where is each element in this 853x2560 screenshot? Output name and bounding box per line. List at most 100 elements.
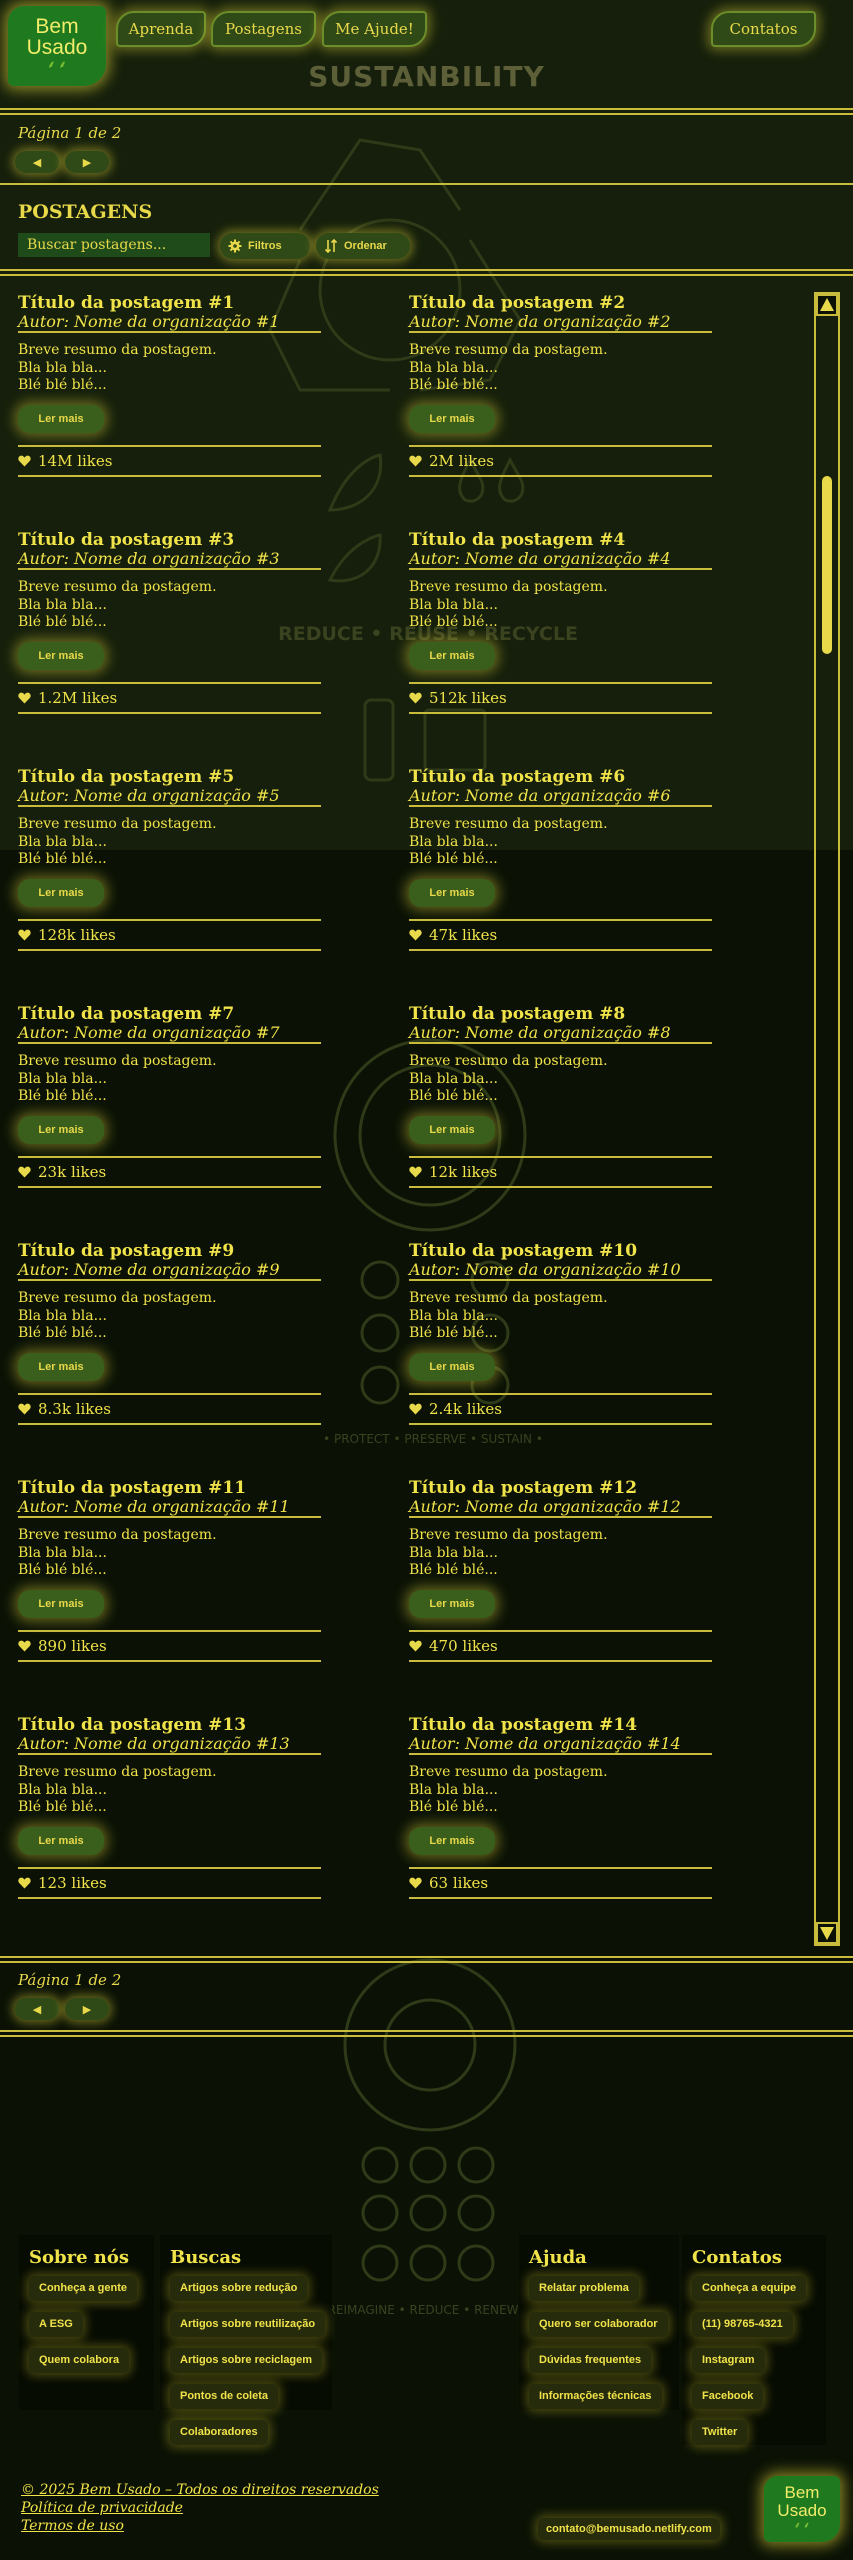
post-summary: Breve resumo da postagem. Bla bla bla... B… — [409, 1053, 713, 1106]
nav-contatos[interactable]: Contatos — [711, 11, 816, 47]
footer-link[interactable]: Pontos de coleta — [170, 2384, 279, 2409]
likes-count: 512k likes — [429, 688, 507, 707]
read-more-button[interactable]: Ler mais — [18, 641, 104, 670]
read-more-button[interactable]: Ler mais — [409, 1115, 495, 1144]
filters-button[interactable]: Filtros — [220, 233, 310, 259]
next-page-button-top[interactable]: ▶ — [65, 151, 109, 173]
post-title[interactable]: Título da postagem #2 — [409, 294, 713, 313]
read-more-button[interactable]: Ler mais — [409, 1352, 495, 1381]
heart-icon[interactable] — [409, 929, 422, 941]
post-author: Autor: Nome da organização #5 — [18, 786, 280, 805]
summary-line: Bla bla bla... — [409, 1781, 498, 1798]
footer-link[interactable]: Informações técnicas — [529, 2384, 662, 2409]
summary-line: Breve resumo da postagem. — [18, 342, 217, 358]
footer-logo[interactable]: Bem Usado ⸙ ⸙ — [764, 2476, 840, 2542]
footer-link[interactable]: Artigos sobre redução — [170, 2276, 308, 2301]
read-more-button[interactable]: Ler mais — [409, 878, 495, 907]
post-title[interactable]: Título da postagem #13 — [18, 1716, 322, 1735]
divider — [0, 113, 853, 115]
privacy-link[interactable]: Política de privacidade — [21, 2500, 183, 2516]
next-page-button-bottom[interactable]: ▶ — [65, 1998, 109, 2020]
heart-icon[interactable] — [409, 455, 422, 467]
post-title[interactable]: Título da postagem #5 — [18, 768, 322, 787]
heart-icon[interactable] — [18, 1166, 31, 1178]
post-summary: Breve resumo da postagem. Bla bla bla... B… — [18, 816, 322, 869]
footer-link[interactable]: Dúvidas frequentes — [529, 2348, 652, 2373]
prev-page-button-top[interactable]: ◀ — [15, 151, 59, 173]
terms-link[interactable]: Termos de uso — [21, 2518, 124, 2534]
post-card: Título da postagem #10 Autor: Nome da org… — [409, 1242, 713, 1479]
footer-link[interactable]: Conheça a gente — [29, 2276, 138, 2301]
footer-link[interactable]: A ESG — [29, 2312, 83, 2337]
footer-link[interactable]: Artigos sobre reutilização — [170, 2312, 326, 2337]
post-card: Título da postagem #2 Autor: Nome da orga… — [409, 294, 713, 531]
post-title[interactable]: Título da postagem #11 — [18, 1479, 322, 1498]
scroll-down-button[interactable] — [816, 1922, 838, 1944]
post-divider — [409, 948, 712, 951]
post-title[interactable]: Título da postagem #14 — [409, 1716, 713, 1735]
read-more-button[interactable]: Ler mais — [18, 1826, 104, 1855]
likes-row: 1.2M likes — [18, 689, 322, 707]
post-title[interactable]: Título da postagem #1 — [18, 294, 322, 313]
footer-link[interactable]: Colaboradores — [170, 2420, 268, 2445]
post-author: Autor: Nome da organização #12 — [409, 1497, 681, 1516]
read-more-button[interactable]: Ler mais — [409, 404, 495, 433]
post-summary: Breve resumo da postagem. Bla bla bla... B… — [18, 1053, 322, 1106]
post-author: Autor: Nome da organização #11 — [18, 1497, 290, 1516]
heart-icon[interactable] — [18, 929, 31, 941]
posts-scrollbar[interactable] — [814, 292, 840, 1946]
post-title[interactable]: Título da postagem #6 — [409, 768, 713, 787]
nav-postagens[interactable]: Postagens — [211, 11, 316, 47]
read-more-button[interactable]: Ler mais — [18, 878, 104, 907]
heart-icon[interactable] — [18, 1640, 31, 1652]
heart-icon[interactable] — [18, 455, 31, 467]
post-title[interactable]: Título da postagem #3 — [18, 531, 322, 550]
read-more-button[interactable]: Ler mais — [18, 1115, 104, 1144]
nav-me-ajude[interactable]: Me Ajude! — [322, 11, 427, 47]
heart-icon[interactable] — [409, 1166, 422, 1178]
summary-line: Breve resumo da postagem. — [409, 1527, 608, 1543]
post-divider — [409, 331, 712, 333]
footer-link[interactable]: Facebook — [692, 2384, 764, 2409]
post-summary: Breve resumo da postagem. Bla bla bla... B… — [409, 1527, 713, 1580]
footer-link[interactable]: Conheça a equipe — [692, 2276, 807, 2301]
heart-icon[interactable] — [409, 692, 422, 704]
footer-link[interactable]: Twitter — [692, 2420, 748, 2445]
post-title[interactable]: Título da postagem #9 — [18, 1242, 322, 1261]
post-divider — [409, 474, 712, 477]
footer-link[interactable]: Quem colabora — [29, 2348, 130, 2373]
sort-button[interactable]: Ordenar — [316, 233, 410, 259]
heart-icon[interactable] — [18, 1403, 31, 1415]
post-title[interactable]: Título da postagem #12 — [409, 1479, 713, 1498]
heart-icon[interactable] — [409, 1403, 422, 1415]
scroll-up-button[interactable] — [816, 294, 838, 316]
nav-aprenda[interactable]: Aprenda — [116, 11, 206, 47]
heart-icon[interactable] — [409, 1877, 422, 1889]
post-title[interactable]: Título da postagem #10 — [409, 1242, 713, 1261]
summary-line: Blé blé blé... — [18, 851, 107, 867]
post-title[interactable]: Título da postagem #7 — [18, 1005, 322, 1024]
divider — [0, 1961, 853, 1963]
search-input[interactable] — [18, 233, 210, 257]
prev-page-button-bottom[interactable]: ◀ — [15, 1998, 59, 2020]
post-title[interactable]: Título da postagem #8 — [409, 1005, 713, 1024]
likes-count: 47k likes — [429, 925, 498, 944]
read-more-button[interactable]: Ler mais — [18, 404, 104, 433]
heart-icon[interactable] — [18, 1877, 31, 1889]
read-more-button[interactable]: Ler mais — [18, 1352, 104, 1381]
heart-icon[interactable] — [409, 1640, 422, 1652]
read-more-button[interactable]: Ler mais — [18, 1589, 104, 1618]
post-title[interactable]: Título da postagem #4 — [409, 531, 713, 550]
scroll-thumb[interactable] — [822, 476, 832, 654]
read-more-button[interactable]: Ler mais — [409, 1826, 495, 1855]
footer-link[interactable]: Artigos sobre reciclagem — [170, 2348, 323, 2373]
footer-link[interactable]: (11) 98765-4321 — [692, 2312, 793, 2337]
heart-icon[interactable] — [18, 692, 31, 704]
footer-link[interactable]: Relatar problema — [529, 2276, 639, 2301]
footer-email-link[interactable]: contato@bemusado.netlify.com — [538, 2518, 720, 2540]
read-more-button[interactable]: Ler mais — [409, 641, 495, 670]
read-more-button[interactable]: Ler mais — [409, 1589, 495, 1618]
footer-link[interactable]: Instagram — [692, 2348, 765, 2373]
pagination-label-bottom: Página 1 de 2 — [18, 1971, 122, 1989]
footer-link[interactable]: Quero ser colaborador — [529, 2312, 668, 2337]
